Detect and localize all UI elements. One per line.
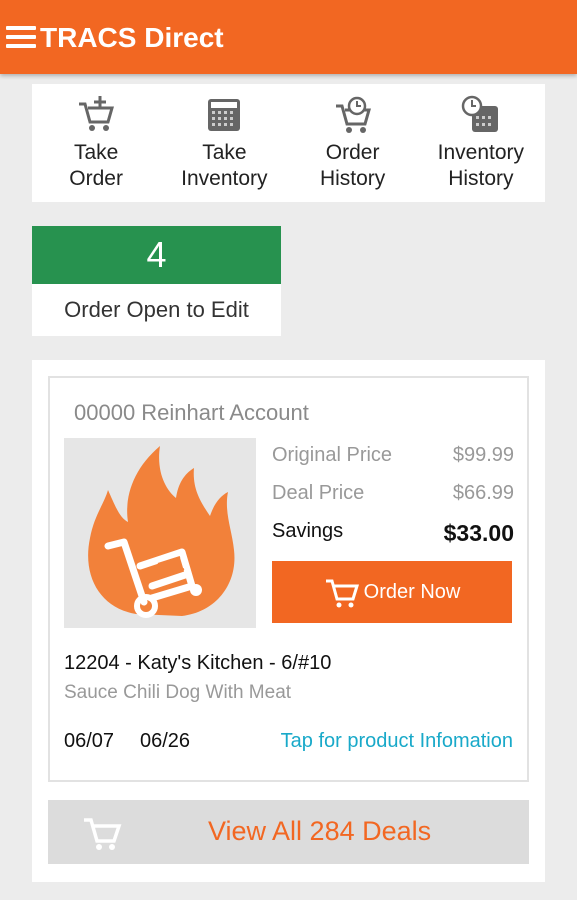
- app-bar: TRACS Direct: [0, 0, 577, 74]
- open-orders-tile[interactable]: 4 Order Open to Edit: [32, 226, 281, 336]
- order-history-label: Order History: [319, 141, 386, 190]
- product-name: 12204 - Katy's Kitchen - 6/#10: [64, 652, 332, 674]
- quick-nav: Take Order Take Inventory Order History: [32, 84, 545, 202]
- view-all-deals-label: View All 284 Deals: [208, 816, 432, 846]
- savings-value: $33.00: [443, 520, 514, 546]
- deals-panel: 00000 Reinhart Account Original Price $9…: [32, 360, 545, 882]
- order-now-button[interactable]: Order Now: [272, 561, 512, 623]
- inventory-history-button[interactable]: Inventory History: [417, 84, 545, 202]
- deal-price-label: Deal Price: [272, 482, 365, 504]
- original-price-row: Original Price $99.99: [272, 444, 514, 467]
- app-title: TRACS Direct: [40, 22, 224, 53]
- take-inventory-button[interactable]: Take Inventory: [160, 84, 288, 202]
- cart-add-icon: [79, 96, 115, 131]
- original-price-value: $99.99: [452, 444, 514, 466]
- cart-clock-icon: [335, 96, 371, 133]
- deal-price-value: $66.99: [452, 482, 514, 504]
- hot-deals-flame-icon: [88, 446, 235, 618]
- take-inventory-label: Take Inventory: [181, 141, 268, 190]
- deal-start-date: 06/07: [64, 730, 115, 752]
- cart-icon: [84, 818, 122, 850]
- savings-label: Savings: [272, 520, 344, 542]
- deal-card[interactable]: 00000 Reinhart Account Original Price $9…: [48, 376, 529, 782]
- inventory-clock-icon: [461, 95, 498, 132]
- product-description: Sauce Chili Dog With Meat: [64, 682, 292, 703]
- open-orders-count: 4: [32, 226, 281, 284]
- deal-price-row: Deal Price $66.99: [272, 482, 514, 505]
- open-orders-label: Order Open to Edit: [64, 297, 249, 322]
- take-order-label: Take Order: [69, 141, 123, 190]
- product-info-link[interactable]: Tap for product Infomation: [281, 730, 513, 753]
- take-order-button[interactable]: Take Order: [32, 84, 160, 202]
- original-price-label: Original Price: [272, 444, 393, 466]
- deal-image[interactable]: [64, 438, 256, 628]
- hamburger-menu-icon[interactable]: [6, 26, 36, 48]
- savings-row: Savings $33.00: [272, 520, 514, 547]
- cart-icon: [325, 579, 359, 608]
- deal-end-date: 06/26: [140, 730, 191, 752]
- order-history-button[interactable]: Order History: [289, 84, 417, 202]
- inventory-grid-icon: [208, 99, 241, 131]
- inventory-history-label: Inventory History: [437, 141, 525, 190]
- account-name: 00000 Reinhart Account: [74, 400, 309, 425]
- view-all-deals-button[interactable]: View All 284 Deals: [48, 800, 529, 864]
- order-now-label: Order Now: [363, 580, 461, 603]
